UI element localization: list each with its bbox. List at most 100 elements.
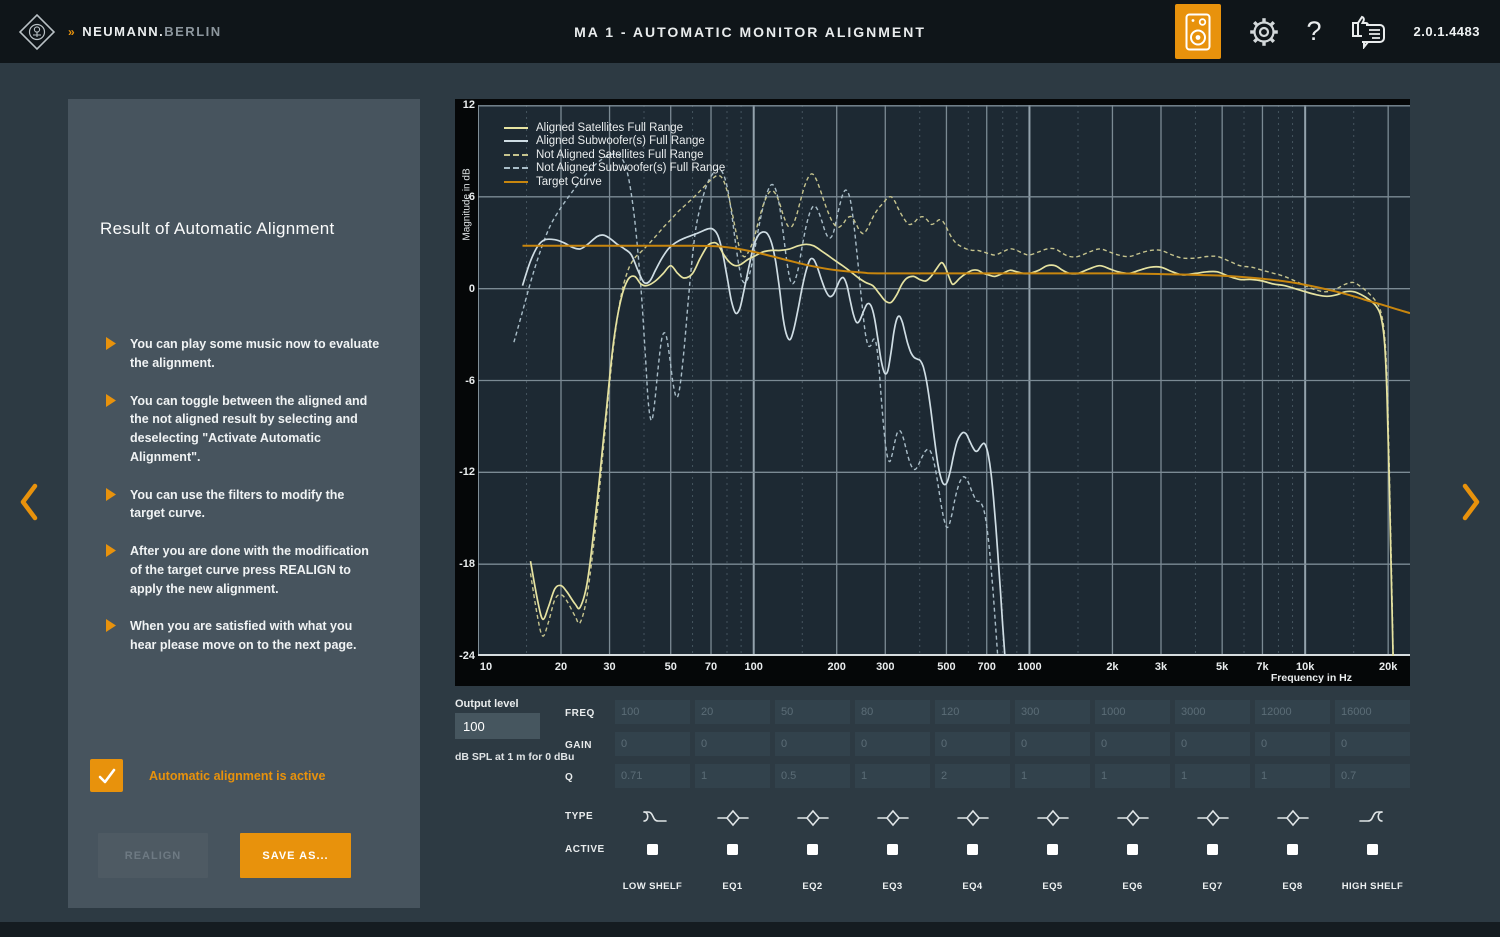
help-button[interactable]: ? xyxy=(1307,16,1322,47)
q-input[interactable] xyxy=(1175,764,1250,788)
legend-item: Target Curve xyxy=(504,175,725,189)
eq-band-eq4: EQ4 xyxy=(935,700,1010,892)
legend-item: Aligned Satellites Full Range xyxy=(504,121,725,135)
active-checkbox[interactable] xyxy=(1127,844,1138,855)
q-input[interactable] xyxy=(1255,764,1330,788)
feedback-button[interactable] xyxy=(1348,15,1388,49)
instruction-item: You can play some music now to evaluate … xyxy=(106,335,386,373)
settings-button[interactable] xyxy=(1247,15,1281,49)
q-input[interactable] xyxy=(695,764,770,788)
active-checkbox[interactable] xyxy=(1207,844,1218,855)
gain-input[interactable] xyxy=(775,732,850,756)
legend-item: Not Aligned Satellites Full Range xyxy=(504,148,725,162)
freq-input[interactable] xyxy=(695,700,770,724)
realign-button[interactable]: REALIGN xyxy=(98,833,208,878)
bell-icon xyxy=(1196,809,1230,827)
monitor-alignment-tab-active[interactable] xyxy=(1175,4,1221,59)
active-checkbox[interactable] xyxy=(967,844,978,855)
next-page-button[interactable] xyxy=(1460,483,1482,524)
instruction-text: You can toggle between the aligned and t… xyxy=(130,392,380,467)
active-checkbox[interactable] xyxy=(727,844,738,855)
q-input[interactable] xyxy=(615,764,690,788)
eq-band-eq8: EQ8 xyxy=(1255,700,1330,892)
previous-page-button[interactable] xyxy=(18,483,40,524)
legend-line-sample xyxy=(504,140,528,142)
gain-input[interactable] xyxy=(855,732,930,756)
automatic-alignment-checkbox-row[interactable]: Automatic alignment is active xyxy=(90,759,325,792)
gain-input[interactable] xyxy=(1175,732,1250,756)
gain-input[interactable] xyxy=(615,732,690,756)
freq-input[interactable] xyxy=(1335,700,1410,724)
active-checkbox[interactable] xyxy=(1047,844,1058,855)
q-input[interactable] xyxy=(855,764,930,788)
freq-input[interactable] xyxy=(1015,700,1090,724)
x-tick-label: 70 xyxy=(705,661,717,673)
q-input[interactable] xyxy=(1095,764,1170,788)
freq-input[interactable] xyxy=(615,700,690,724)
y-tick-label: 6 xyxy=(455,191,475,203)
gear-icon xyxy=(1247,15,1281,49)
gain-input[interactable] xyxy=(695,732,770,756)
legend-label: Aligned Satellites Full Range xyxy=(536,122,683,134)
legend-line-sample xyxy=(504,127,528,129)
question-mark-icon: ? xyxy=(1307,16,1322,47)
chart-legend: Aligned Satellites Full RangeAligned Sub… xyxy=(504,121,725,189)
gain-input[interactable] xyxy=(1015,732,1090,756)
y-tick-label: -18 xyxy=(455,558,475,570)
gain-input[interactable] xyxy=(1255,732,1330,756)
freq-input[interactable] xyxy=(935,700,1010,724)
gain-input[interactable] xyxy=(1335,732,1410,756)
x-tick-label: 5k xyxy=(1216,661,1228,673)
legend-item: Not Aligned Subwoofer(s) Full Range xyxy=(504,162,725,176)
q-input[interactable] xyxy=(1335,764,1410,788)
frequency-response-chart: Magnitude in dB Aligned Satellites Full … xyxy=(455,99,1410,686)
high-shelf-icon xyxy=(1356,809,1390,827)
instruction-item: When you are satisfied with what you hea… xyxy=(106,617,386,655)
type-row-label: TYPE xyxy=(565,811,593,822)
filter-type xyxy=(1116,808,1150,828)
eq-band-high-shelf: HIGH SHELF xyxy=(1335,700,1410,892)
active-checkbox[interactable] xyxy=(887,844,898,855)
gain-input[interactable] xyxy=(1095,732,1170,756)
save-as-button[interactable]: SAVE AS... xyxy=(240,833,351,878)
active-checkbox[interactable] xyxy=(807,844,818,855)
x-tick-label: 20k xyxy=(1379,661,1397,673)
ma1-app-window: »NEUMANN.BERLIN MA 1 - AUTOMATIC MONITOR… xyxy=(0,0,1500,937)
freq-input[interactable] xyxy=(1095,700,1170,724)
y-tick-label: -24 xyxy=(455,650,475,662)
active-checkbox[interactable] xyxy=(647,844,658,855)
gain-input[interactable] xyxy=(935,732,1010,756)
active-checkbox[interactable] xyxy=(1367,844,1378,855)
chevron-left-icon xyxy=(18,483,40,521)
freq-input[interactable] xyxy=(1175,700,1250,724)
checkbox-checked[interactable] xyxy=(90,759,123,792)
band-label: EQ4 xyxy=(962,881,982,892)
filter-type xyxy=(716,808,750,828)
filter-type xyxy=(1356,808,1390,828)
output-level-label: Output level xyxy=(455,698,519,710)
instruction-text: You can use the filters to modify the ta… xyxy=(130,486,380,524)
bell-icon xyxy=(956,809,990,827)
output-level-input[interactable] xyxy=(455,713,540,739)
q-input[interactable] xyxy=(935,764,1010,788)
freq-input[interactable] xyxy=(775,700,850,724)
q-input[interactable] xyxy=(775,764,850,788)
x-tick-label: 500 xyxy=(937,661,955,673)
instruction-list: You can play some music now to evaluate … xyxy=(106,335,386,674)
band-label: EQ1 xyxy=(722,881,742,892)
bullet-arrow-icon xyxy=(106,394,116,407)
x-tick-label: 7k xyxy=(1256,661,1268,673)
active-checkbox[interactable] xyxy=(1287,844,1298,855)
bullet-arrow-icon xyxy=(106,544,116,557)
instruction-item: You can use the filters to modify the ta… xyxy=(106,486,386,524)
x-axis-title: Frequency in Hz xyxy=(1271,672,1352,684)
freq-input[interactable] xyxy=(1255,700,1330,724)
active-row-label: ACTIVE xyxy=(565,844,605,855)
instruction-item: After you are done with the modification… xyxy=(106,542,386,598)
freq-row-label: FREQ xyxy=(565,708,595,719)
band-label: EQ2 xyxy=(802,881,822,892)
instruction-text: You can play some music now to evaluate … xyxy=(130,335,380,373)
q-input[interactable] xyxy=(1015,764,1090,788)
freq-input[interactable] xyxy=(855,700,930,724)
x-tick-label: 200 xyxy=(828,661,846,673)
